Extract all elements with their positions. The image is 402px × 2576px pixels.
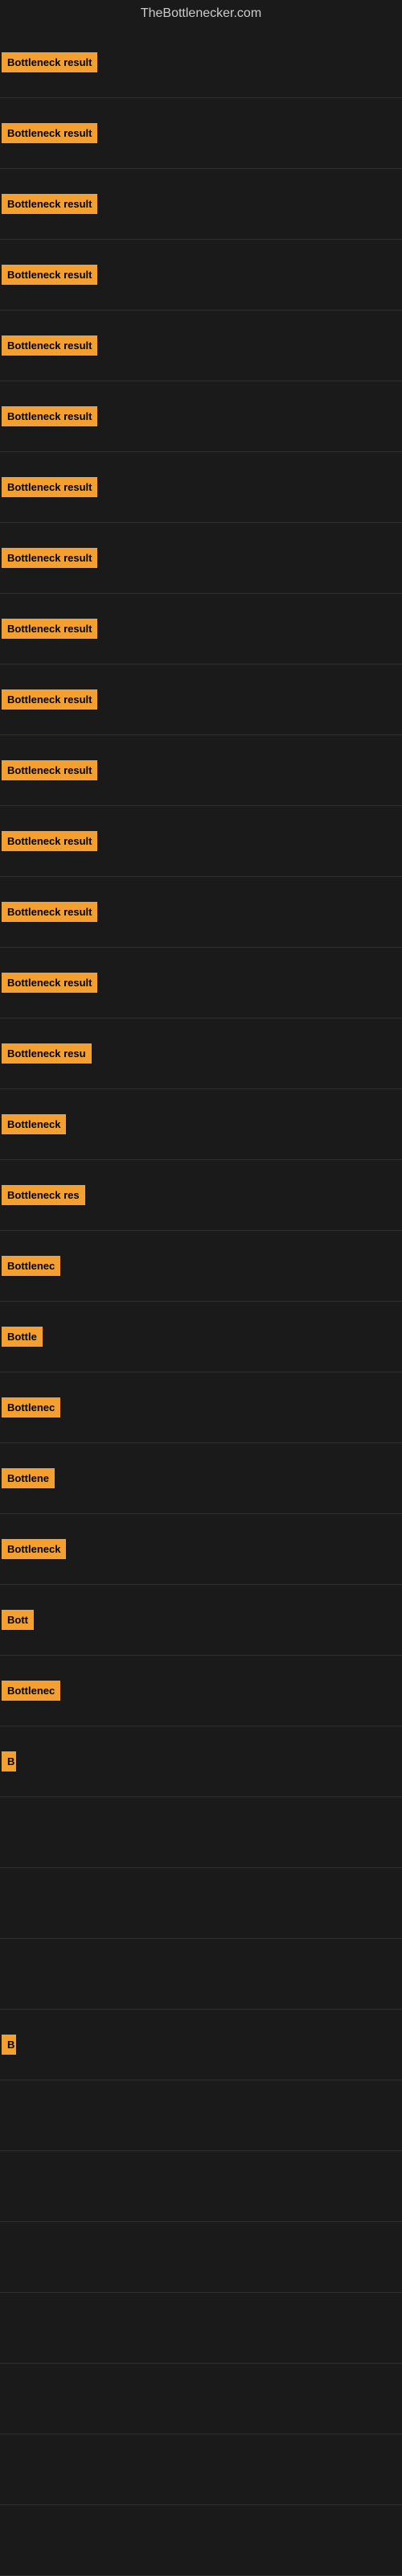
bottleneck-bar: Bottleneck result bbox=[2, 831, 97, 851]
result-row: Bottle bbox=[0, 1302, 402, 1372]
bottleneck-bar: Bottlenec bbox=[2, 1397, 60, 1418]
result-row bbox=[0, 2505, 402, 2576]
bottleneck-bar: Bottlenec bbox=[2, 1256, 60, 1276]
bottleneck-bar: Bott bbox=[2, 1610, 34, 1630]
bottleneck-bar: Bottleneck res bbox=[2, 1185, 85, 1205]
bottleneck-bar: Bottleneck result bbox=[2, 52, 97, 72]
result-row: Bottleneck result bbox=[0, 311, 402, 381]
bottleneck-bar: Bottleneck result bbox=[2, 548, 97, 568]
bottleneck-bar: Bottleneck resu bbox=[2, 1043, 92, 1064]
result-row: Bottleneck result bbox=[0, 877, 402, 948]
result-row: Bottleneck result bbox=[0, 98, 402, 169]
bottleneck-bar: Bottleneck result bbox=[2, 902, 97, 922]
bottleneck-bar: Bottleneck result bbox=[2, 689, 97, 710]
result-row bbox=[0, 2434, 402, 2505]
bottleneck-bar: Bottlene bbox=[2, 1468, 55, 1488]
bottleneck-bar: Bottleneck result bbox=[2, 265, 97, 285]
result-row: Bottleneck result bbox=[0, 948, 402, 1018]
result-row: Bott bbox=[0, 1585, 402, 1656]
result-row: Bottleneck resu bbox=[0, 1018, 402, 1089]
result-row: Bottlenec bbox=[0, 1656, 402, 1726]
site-title: TheBottlenecker.com bbox=[0, 0, 402, 27]
result-row bbox=[0, 2151, 402, 2222]
result-row bbox=[0, 2293, 402, 2364]
result-row: Bottleneck bbox=[0, 1089, 402, 1160]
result-row bbox=[0, 1939, 402, 2010]
result-row: Bottlenec bbox=[0, 1372, 402, 1443]
result-row: Bottleneck result bbox=[0, 27, 402, 98]
result-row bbox=[0, 2222, 402, 2293]
result-row: Bottlene bbox=[0, 1443, 402, 1514]
result-row: Bottleneck result bbox=[0, 169, 402, 240]
result-row: Bottleneck result bbox=[0, 806, 402, 877]
bottleneck-bar: B bbox=[2, 1751, 16, 1772]
bottleneck-bar: Bottleneck result bbox=[2, 406, 97, 426]
bottleneck-bar: Bottleneck result bbox=[2, 973, 97, 993]
bottleneck-bar: Bottle bbox=[2, 1327, 43, 1347]
bottleneck-bar: Bottleneck bbox=[2, 1114, 66, 1134]
result-row bbox=[0, 2080, 402, 2151]
result-row bbox=[0, 2364, 402, 2434]
result-row: Bottleneck result bbox=[0, 452, 402, 523]
bottleneck-bar: Bottleneck result bbox=[2, 335, 97, 356]
result-row: Bottleneck result bbox=[0, 381, 402, 452]
result-row: Bottlenec bbox=[0, 1231, 402, 1302]
result-row: Bottleneck result bbox=[0, 665, 402, 735]
result-row: Bottleneck result bbox=[0, 240, 402, 311]
result-row: Bottleneck result bbox=[0, 594, 402, 665]
bottleneck-bar: Bottleneck result bbox=[2, 477, 97, 497]
bottleneck-bar: Bottleneck result bbox=[2, 619, 97, 639]
bottleneck-bar: Bottleneck result bbox=[2, 123, 97, 143]
bottleneck-bar: Bottlenec bbox=[2, 1681, 60, 1701]
bottleneck-bar: Bottleneck bbox=[2, 1539, 66, 1559]
bottleneck-bar: Bottleneck result bbox=[2, 760, 97, 780]
result-row bbox=[0, 1868, 402, 1939]
bottleneck-bar: B bbox=[2, 2035, 16, 2055]
bottleneck-bar: Bottleneck result bbox=[2, 194, 97, 214]
result-row: B bbox=[0, 1726, 402, 1797]
result-row: Bottleneck result bbox=[0, 735, 402, 806]
result-row: Bottleneck result bbox=[0, 523, 402, 594]
result-row: Bottleneck bbox=[0, 1514, 402, 1585]
result-row: Bottleneck res bbox=[0, 1160, 402, 1231]
result-row bbox=[0, 1797, 402, 1868]
result-row: B bbox=[0, 2010, 402, 2080]
